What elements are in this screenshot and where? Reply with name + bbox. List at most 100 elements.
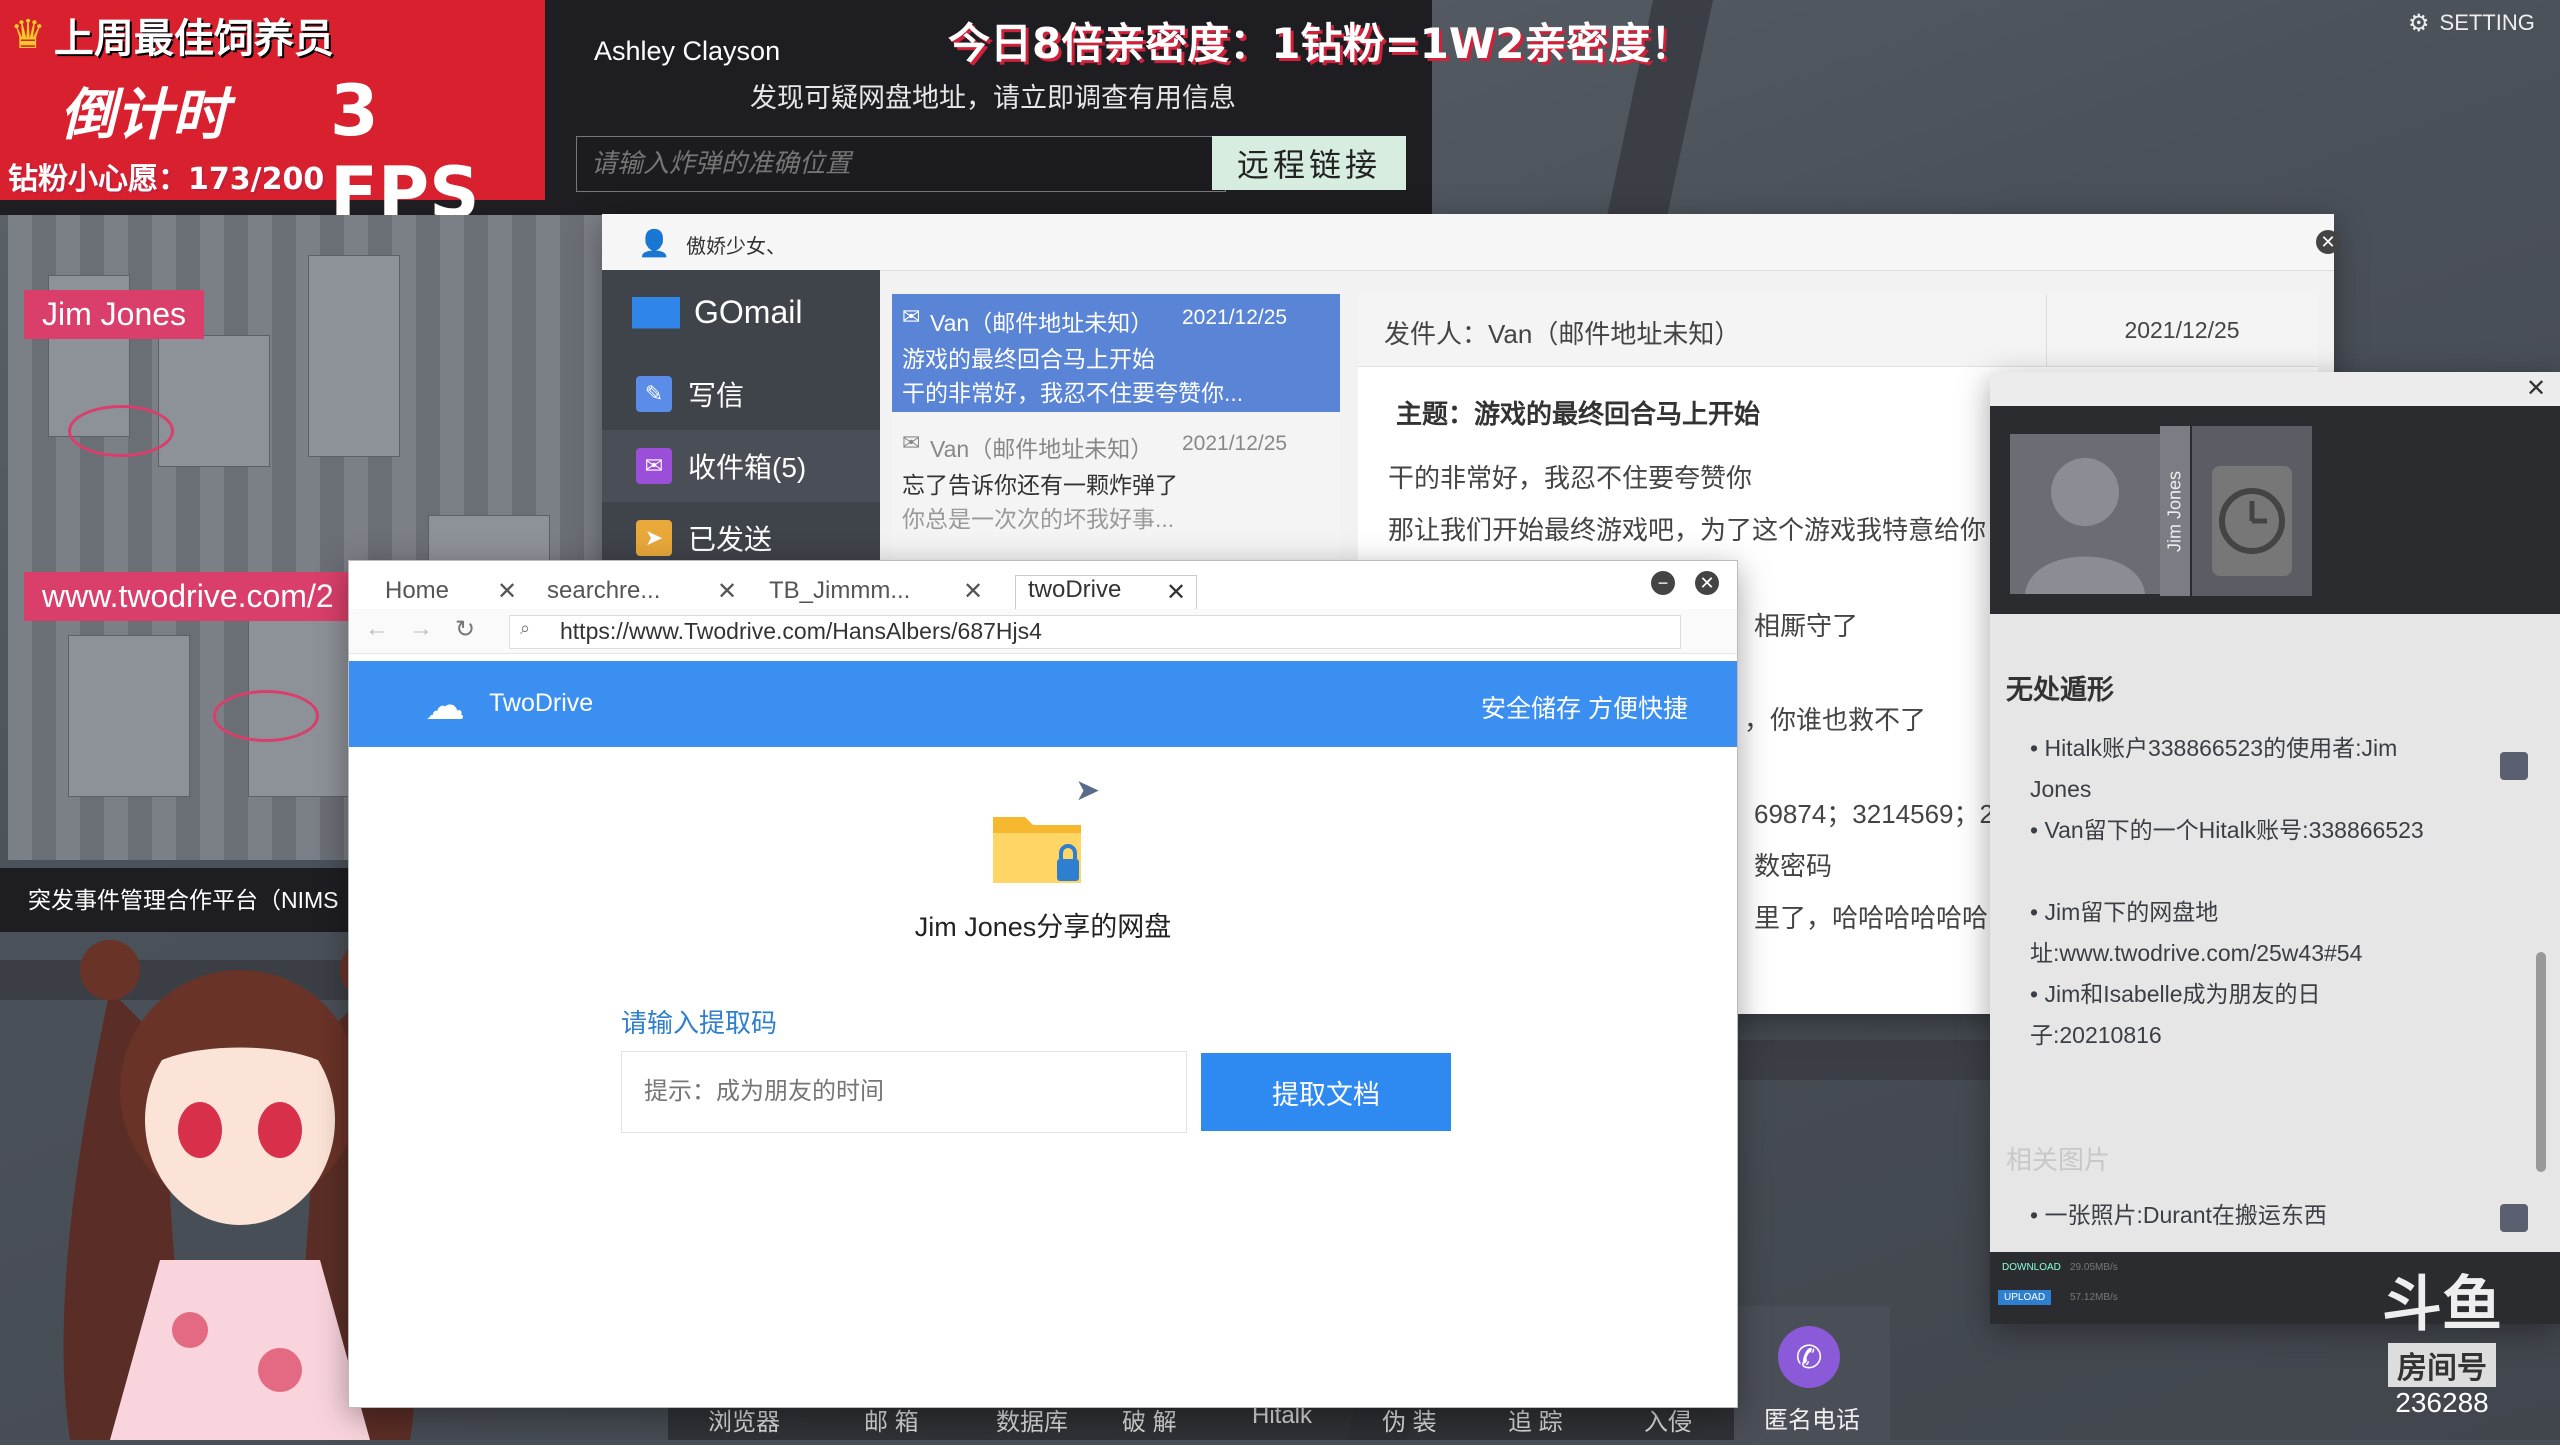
map-marker-ring <box>68 405 174 457</box>
tab-label: TB_Jimmm... <box>769 577 911 604</box>
tab-search[interactable]: searchre... ✕ <box>535 575 741 610</box>
tab-twodrive[interactable]: twoDrive ✕ <box>1015 575 1197 610</box>
gomail-brand: GOmail <box>694 294 803 330</box>
map-pin-label[interactable]: Jim Jones <box>24 290 205 339</box>
browser-window: Home ✕ searchre... ✕ TB_Jimmm... ✕ twoDr… <box>348 560 1738 1408</box>
extract-code-input[interactable] <box>621 1051 1187 1133</box>
mail-preview: 干的非常好，我忍不住要夸赞你... <box>902 380 1244 406</box>
fact-text: Jim和Isabelle成为朋友的日子:20210816 <box>2030 981 2321 1048</box>
detail-line: ，你谁也救不了 <box>1744 705 1927 735</box>
pin-icon[interactable] <box>2500 1204 2528 1232</box>
card-name: Jim Jones <box>2160 426 2190 596</box>
map-pin-label[interactable]: www.twodrive.com/2 <box>24 572 380 621</box>
pin-icon[interactable] <box>2500 752 2528 780</box>
mail-from: Van（邮件地址未知） <box>930 310 1154 336</box>
close-icon[interactable]: ✕ <box>2316 230 2340 254</box>
fact-text: Van留下的一个Hitalk账号:338866523 <box>2044 817 2424 843</box>
nav-label: 写信 <box>688 380 745 411</box>
tab-label: searchre... <box>547 577 661 604</box>
mail-item[interactable]: ✉ Van（邮件地址未知） 2021/12/25 游戏的最终回合马上开始 干的非… <box>892 294 1340 412</box>
clue-panel: ✕ Jim Jones 无处遁形 • Hitalk账户338866523的使用者… <box>1990 372 2560 1324</box>
detail-line: 里了，哈哈哈哈哈哈 <box>1754 903 1989 933</box>
tab-tb-jim[interactable]: TB_Jimmm... ✕ <box>757 575 985 610</box>
close-icon[interactable]: ✕ <box>1695 571 1719 595</box>
profile-card-area: Jim Jones <box>1990 406 2560 614</box>
address-bar: ← → ↻ ⌕ https://www.Twodrive.com/HansAlb… <box>349 609 1737 654</box>
photos-title: 相关图片 <box>2006 1145 2111 1175</box>
fact-text: Hitalk账户338866523的使用者:Jim Jones <box>2030 735 2398 802</box>
panel-titlebar: ✕ <box>1990 372 2560 406</box>
building <box>308 255 400 457</box>
room-label: 房间号 <box>2388 1343 2496 1387</box>
tab-bar: Home ✕ searchre... ✕ TB_Jimmm... ✕ twoDr… <box>349 561 1737 610</box>
mail-date: 2021/12/25 <box>1182 306 1288 329</box>
mail-from: Van（邮件地址未知） <box>930 436 1154 462</box>
fact-text: Jim留下的网盘地址:www.twodrive.com/25w43#54 <box>2030 899 2363 966</box>
nav-compose[interactable]: ✎ 写信 <box>602 358 880 430</box>
bomb-location-input[interactable] <box>576 136 1226 192</box>
fact-item[interactable]: • Jim留下的网盘地址:www.twodrive.com/25w43#54 <box>2030 892 2446 974</box>
close-tab-icon[interactable]: ✕ <box>963 577 983 606</box>
top-fan-label: 上周最佳饲养员 <box>53 16 334 62</box>
tab-label: twoDrive <box>1028 576 1122 603</box>
close-tab-icon[interactable]: ✕ <box>1166 578 1186 607</box>
setting-label: SETTING <box>2439 10 2535 35</box>
detail-line: 干的非常好，我忍不住要夸赞你 <box>1388 463 1753 493</box>
setting-button[interactable]: ⚙ SETTING <box>2408 8 2535 38</box>
banner-text: 今日8倍亲密度：1钻粉=1W2亲密度！ <box>948 19 1693 68</box>
extract-button[interactable]: 提取文档 <box>1201 1053 1451 1131</box>
back-icon[interactable]: ← <box>365 615 389 643</box>
detail-line: 相厮守了 <box>1754 611 1859 641</box>
platform-caption: 突发事件管理合作平台（NIMS <box>0 868 378 932</box>
douyu-logo-icon: 斗鱼 <box>2382 1270 2502 1340</box>
anon-call-label: 匿名电话 <box>1764 1407 1860 1434</box>
url-field[interactable]: ⌕ https://www.Twodrive.com/HansAlbers/68… <box>509 615 1681 649</box>
detail-subject: 主题：游戏的最终回合马上开始 <box>1396 399 1761 429</box>
photo-item[interactable]: • 一张照片:Durant在搬运东西 <box>2030 1196 2327 1230</box>
fact-item[interactable]: • Jim和Isabelle成为朋友的日子:20210816 <box>2030 974 2446 1056</box>
anon-call-button[interactable]: ✆ 匿名电话 <box>1734 1306 1890 1440</box>
fact-item[interactable]: • Hitalk账户338866523的使用者:Jim Jones <box>2030 728 2446 810</box>
red-card-text: 倒计时 <box>60 83 228 148</box>
minimize-icon[interactable]: − <box>1651 571 1675 595</box>
building <box>68 635 190 797</box>
crown-icon: ♛ <box>10 12 46 58</box>
nav-label: 收件箱(5) <box>688 452 807 483</box>
close-tab-icon[interactable]: ✕ <box>497 577 517 606</box>
sent-icon: ➤ <box>636 520 672 556</box>
remote-link-button[interactable]: 远程链接 <box>1212 136 1406 190</box>
forward-icon[interactable]: → <box>409 615 433 643</box>
user-name: 傲娇少女、 <box>686 236 786 258</box>
envelope-icon: ✉ <box>902 304 921 329</box>
section-title: 无处遁形 <box>2006 675 2114 705</box>
reload-icon[interactable]: ↻ <box>455 615 475 644</box>
gear-icon: ⚙ <box>2408 9 2430 37</box>
detail-date: 2021/12/25 <box>2046 294 2317 366</box>
share-title: Jim Jones分享的网盘 <box>914 912 1172 942</box>
mail-item[interactable]: ✉ Van（邮件地址未知） 2021/12/25 忘了告诉你还有一颗炸弹了 你总… <box>892 420 1340 538</box>
map-marker-ring <box>213 690 319 742</box>
close-icon[interactable]: ✕ <box>2526 374 2546 403</box>
nav-label: 已发送 <box>688 524 773 555</box>
tab-home[interactable]: Home ✕ <box>373 575 519 610</box>
search-icon: ⌕ <box>520 618 531 638</box>
upload-speed: 57.12MB/s <box>2070 1292 2118 1303</box>
cursor-icon: ➤ <box>1075 774 1101 807</box>
douyu-room-info: 斗鱼 房间号 236288 <box>2372 1256 2512 1419</box>
download-label: DOWNLOAD <box>2002 1262 2061 1273</box>
photo-text: 一张照片:Durant在搬运东西 <box>2044 1202 2327 1228</box>
fact-item[interactable]: • Van留下的一个Hitalk账号:338866523 <box>2030 810 2446 851</box>
room-number: 236288 <box>2395 1387 2489 1418</box>
inbox-icon: ✉ <box>636 448 672 484</box>
phone-icon: ✆ <box>1778 1326 1840 1388</box>
twodrive-slogan: 安全储存 方便快捷 <box>1481 695 1688 723</box>
close-tab-icon[interactable]: ✕ <box>717 577 737 606</box>
detail-header: 发件人：Van（邮件地址未知） 2021/12/25 <box>1358 294 2318 367</box>
tab-label: Home <box>385 577 450 604</box>
nav-inbox[interactable]: ✉ 收件箱(5) <box>602 430 880 502</box>
profile-photo <box>2010 434 2160 594</box>
building <box>158 335 270 467</box>
scrollbar[interactable] <box>2536 952 2546 1172</box>
mail-date: 2021/12/25 <box>1182 432 1288 455</box>
user-icon: 👤 <box>638 228 671 258</box>
